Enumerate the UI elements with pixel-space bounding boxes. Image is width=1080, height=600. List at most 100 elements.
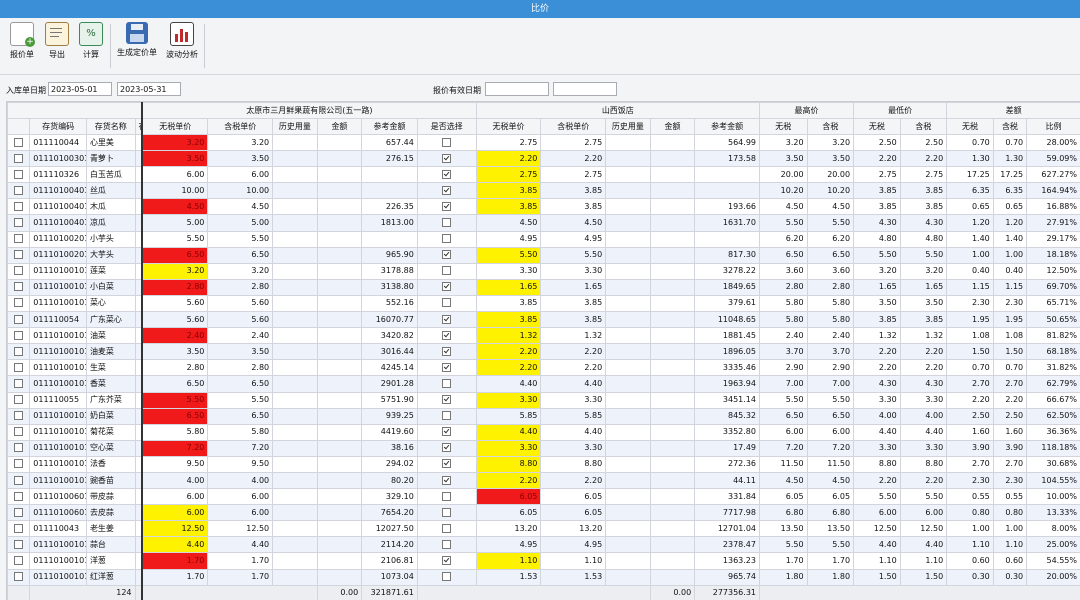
select-checkbox[interactable] <box>417 376 476 392</box>
checkbox[interactable] <box>442 202 451 211</box>
supplier-1-tax-price[interactable]: 1.70 <box>208 569 273 585</box>
date-from-input[interactable]: 2023-05-01 <box>48 82 112 96</box>
supplier-2-notax-price[interactable]: 1.65 <box>476 279 541 295</box>
checkbox[interactable] <box>442 298 451 307</box>
checkbox[interactable] <box>442 572 451 581</box>
select-checkbox[interactable] <box>417 424 476 440</box>
cb-row[interactable] <box>8 167 30 183</box>
table-row[interactable]: 0111010010108油菜2.402.403420.821.321.3218… <box>8 328 1080 344</box>
supplier-2-tax-price[interactable]: 4.50 <box>541 215 606 231</box>
cb-row[interactable] <box>8 328 30 344</box>
supplier-2-tax-price[interactable]: 1.65 <box>541 279 606 295</box>
supplier-1-notax-price[interactable]: 2.80 <box>142 360 208 376</box>
supplier-2-notax-price[interactable]: 3.85 <box>476 312 541 328</box>
supplier-2-notax-price[interactable]: 3.30 <box>476 392 541 408</box>
supplier-1-tax-price[interactable]: 4.00 <box>208 472 273 488</box>
supplier-2-tax-price[interactable]: 5.85 <box>541 408 606 424</box>
cb-row[interactable] <box>8 424 30 440</box>
checkbox[interactable] <box>14 476 23 485</box>
table-row[interactable]: 0111010010129洋葱1.701.702106.811.101.1013… <box>8 553 1080 569</box>
checkbox[interactable] <box>14 540 23 549</box>
cb-row[interactable] <box>8 376 30 392</box>
supplier-1-notax-price[interactable]: 7.20 <box>142 440 208 456</box>
checkbox[interactable] <box>442 411 451 420</box>
col-b-amount-header[interactable]: 金额 <box>650 119 695 135</box>
supplier-2-tax-price[interactable]: 4.95 <box>541 231 606 247</box>
checkbox[interactable] <box>442 363 451 372</box>
checkbox[interactable] <box>14 572 23 581</box>
supplier-2-tax-price[interactable]: 4.40 <box>541 424 606 440</box>
supplier-1-notax-price[interactable]: 4.00 <box>142 472 208 488</box>
supplier-2-tax-price[interactable]: 4.95 <box>541 537 606 553</box>
supplier-2-tax-price[interactable]: 3.85 <box>541 183 606 199</box>
table-row[interactable]: 0111010020104小芋头5.505.504.954.956.206.20… <box>8 231 1080 247</box>
supplier-2-notax-price[interactable]: 1.32 <box>476 328 541 344</box>
select-checkbox[interactable] <box>417 328 476 344</box>
supplier-1-tax-price[interactable]: 5.80 <box>208 424 273 440</box>
supplier-2-tax-price[interactable]: 2.20 <box>541 472 606 488</box>
cb-row[interactable] <box>8 199 30 215</box>
supplier-2-tax-price[interactable]: 2.75 <box>541 135 606 151</box>
table-row[interactable]: 0111010040105丝瓜10.0010.003.853.8510.2010… <box>8 183 1080 199</box>
supplier-1-tax-price[interactable]: 2.40 <box>208 328 273 344</box>
supplier-1-notax-price[interactable]: 2.80 <box>142 279 208 295</box>
cb-row[interactable] <box>8 183 30 199</box>
checkbox[interactable] <box>14 443 23 452</box>
checkbox[interactable] <box>14 202 23 211</box>
table-row[interactable]: 011110054广东菜心5.605.6016070.773.853.85110… <box>8 312 1080 328</box>
cb-row[interactable] <box>8 279 30 295</box>
cb-row[interactable] <box>8 263 30 279</box>
cb-row[interactable] <box>8 489 30 505</box>
supplier-1-tax-price[interactable]: 3.50 <box>208 151 273 167</box>
supplier-2-tax-price[interactable]: 1.10 <box>541 553 606 569</box>
col-a-amount-header[interactable]: 金额 <box>317 119 362 135</box>
checkbox[interactable] <box>14 427 23 436</box>
supplier-1-notax-price[interactable]: 10.00 <box>142 183 208 199</box>
col-b-hist-header[interactable]: 历史用量 <box>606 119 651 135</box>
supplier-2-tax-price[interactable]: 3.85 <box>541 312 606 328</box>
checkbox[interactable] <box>442 476 451 485</box>
supplier-1-tax-price[interactable]: 4.50 <box>208 199 273 215</box>
generate-pricing-button[interactable]: 生成定价单 <box>115 22 159 72</box>
supplier-1-notax-price[interactable]: 3.50 <box>142 151 208 167</box>
cb-row[interactable] <box>8 440 30 456</box>
select-checkbox[interactable] <box>417 537 476 553</box>
supplier-2-notax-price[interactable]: 3.85 <box>476 199 541 215</box>
supplier-1-notax-price[interactable]: 4.50 <box>142 199 208 215</box>
supplier-2-tax-price[interactable]: 3.30 <box>541 440 606 456</box>
supplier-2-tax-price[interactable]: 1.32 <box>541 328 606 344</box>
table-row[interactable]: 0111010060104去皮蒜6.006.007654.206.056.057… <box>8 505 1080 521</box>
supplier-2-notax-price[interactable]: 3.30 <box>476 440 541 456</box>
supplier-1-tax-price[interactable]: 5.60 <box>208 312 273 328</box>
supplier-1-tax-price[interactable]: 6.50 <box>208 247 273 263</box>
col-min-tax-header[interactable]: 含税 <box>900 119 947 135</box>
supplier-1-tax-price[interactable]: 7.20 <box>208 440 273 456</box>
select-checkbox[interactable] <box>417 569 476 585</box>
cb-row[interactable] <box>8 456 30 472</box>
supplier-1-tax-price[interactable]: 2.80 <box>208 360 273 376</box>
table-row[interactable]: 0111010030103青萝卜3.503.50276.152.202.2017… <box>8 151 1080 167</box>
table-row[interactable]: 0111010010109生菜2.802.804245.142.202.2033… <box>8 360 1080 376</box>
select-checkbox[interactable] <box>417 472 476 488</box>
col-b-ref-header[interactable]: 参考金额 <box>695 119 760 135</box>
supplier-1-notax-price[interactable]: 6.00 <box>142 489 208 505</box>
table-row[interactable]: 011110043老生姜12.5012.5012027.5013.2013.20… <box>8 521 1080 537</box>
checkbox[interactable] <box>442 395 451 404</box>
supplier-2-tax-price[interactable]: 6.05 <box>541 505 606 521</box>
select-checkbox[interactable] <box>417 553 476 569</box>
supplier-2-tax-price[interactable]: 2.20 <box>541 151 606 167</box>
checkbox[interactable] <box>442 508 451 517</box>
supplier-1-notax-price[interactable]: 6.50 <box>142 376 208 392</box>
supplier-1-notax-price[interactable]: 4.40 <box>142 537 208 553</box>
table-row[interactable]: 0111010010128红洋葱1.701.701073.041.531.539… <box>8 569 1080 585</box>
checkbox[interactable] <box>14 234 23 243</box>
calculate-button[interactable]: % 计算 <box>78 22 104 72</box>
date-to-input[interactable]: 2023-05-31 <box>117 82 181 96</box>
cb-row[interactable] <box>8 553 30 569</box>
select-checkbox[interactable] <box>417 295 476 311</box>
supplier-2-notax-price[interactable]: 2.75 <box>476 167 541 183</box>
select-checkbox[interactable] <box>417 215 476 231</box>
supplier-2-notax-price[interactable]: 6.05 <box>476 489 541 505</box>
select-checkbox[interactable] <box>417 521 476 537</box>
cb-row[interactable] <box>8 215 30 231</box>
